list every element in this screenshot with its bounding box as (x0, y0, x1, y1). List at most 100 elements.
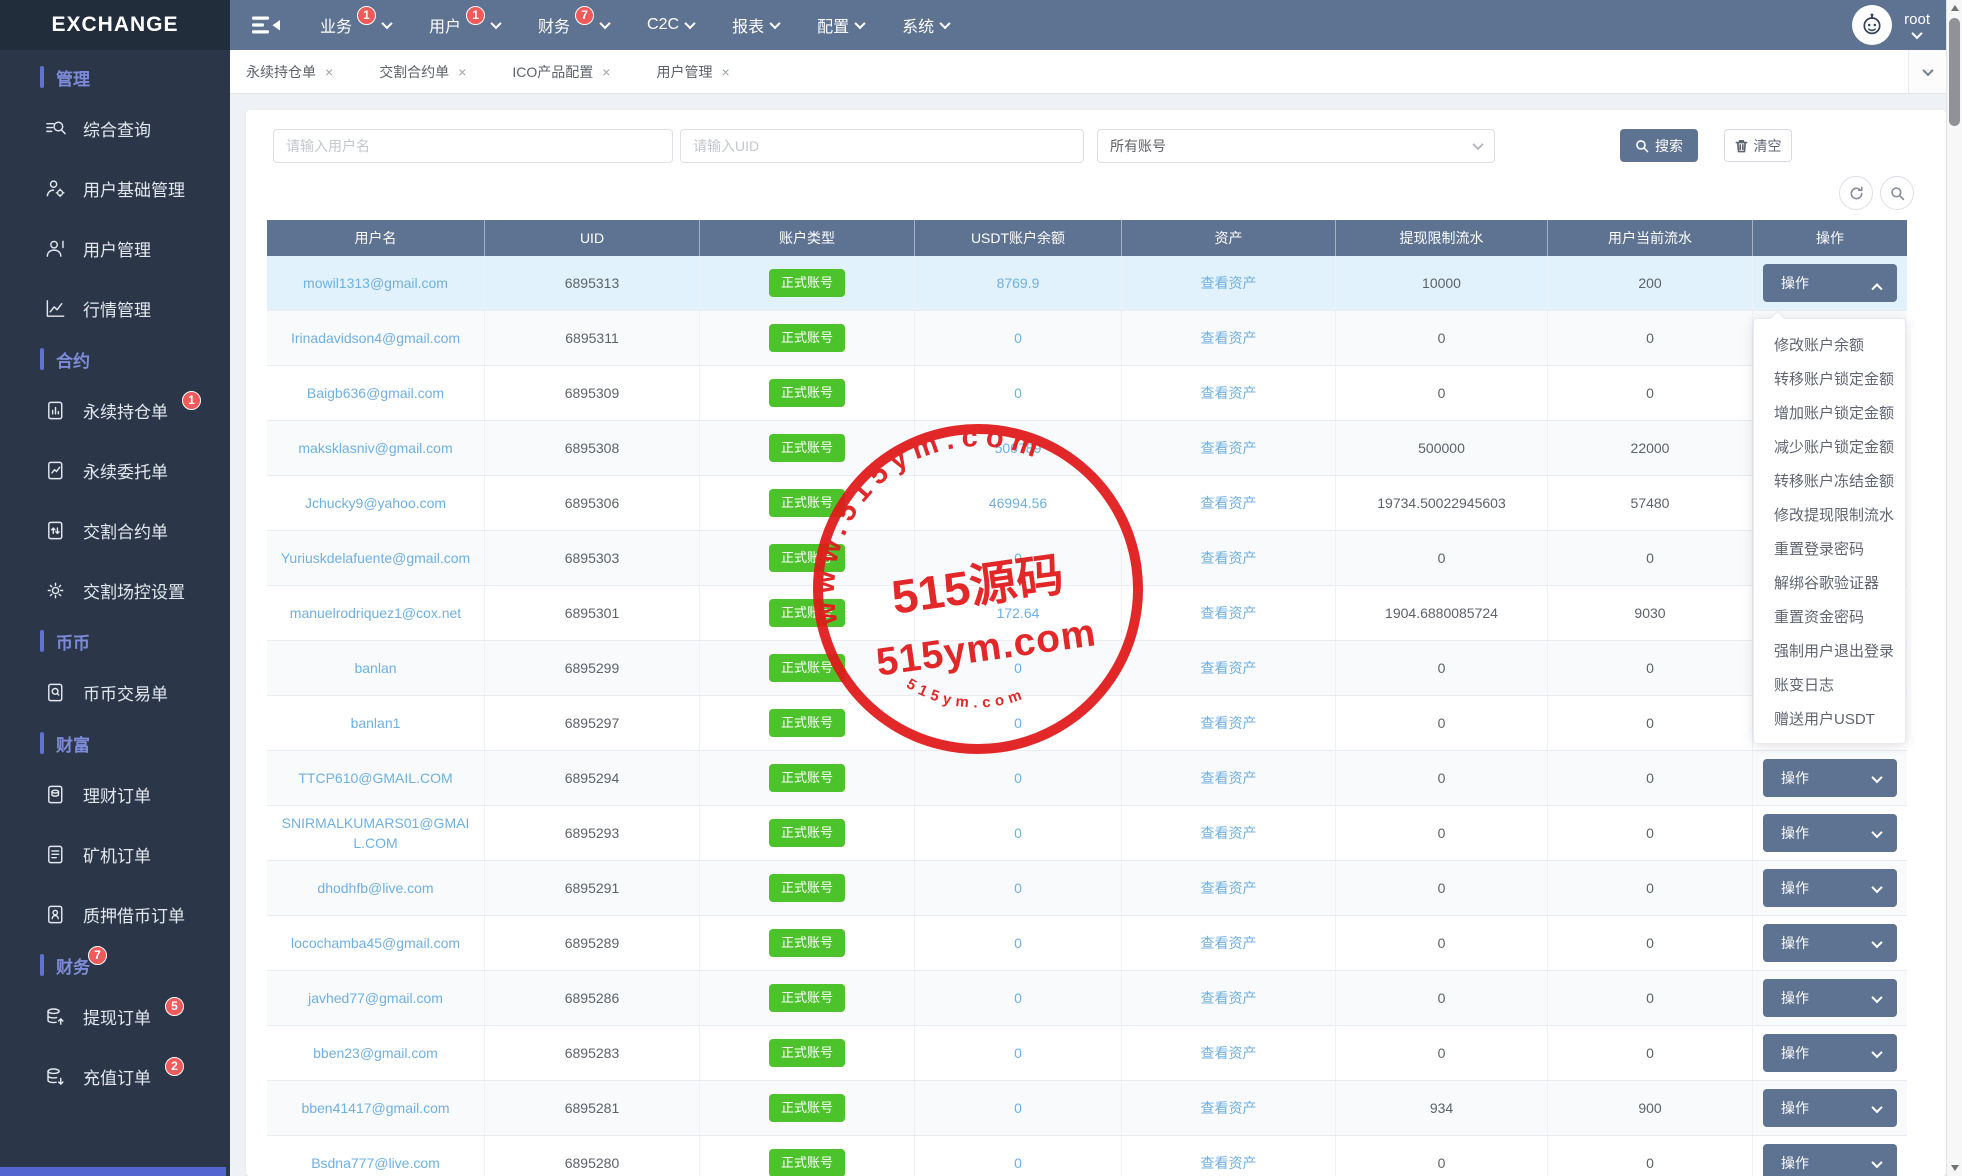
sidebar-item-提现订单[interactable]: 提现订单5 (0, 986, 230, 1046)
usdt-balance-link[interactable]: 0 (1014, 713, 1022, 733)
action-menu-item-修改提现限制流水[interactable]: 修改提现限制流水 (1754, 497, 1905, 531)
usdt-balance-link[interactable]: 0 (1014, 658, 1022, 678)
view-assets-link[interactable]: 查看资产 (1201, 493, 1257, 513)
scrollbar-thumb[interactable] (1949, 18, 1960, 126)
scroll-down-arrow[interactable] (1951, 1165, 1959, 1171)
tabs-collapse-button[interactable] (1908, 50, 1946, 93)
usdt-balance-link[interactable]: 0 (1014, 878, 1022, 898)
zoom-button[interactable] (1880, 176, 1914, 210)
action-menu-item-修改账户余额[interactable]: 修改账户余额 (1754, 327, 1905, 361)
action-button[interactable]: 操作 (1763, 924, 1897, 962)
username-link[interactable]: banlan1 (351, 713, 401, 733)
nav-item-财务[interactable]: 财务7 (538, 13, 609, 37)
username-link[interactable]: manuelrodriquez1@cox.net (290, 603, 461, 623)
sidebar-item-充值订单[interactable]: 充值订单2 (0, 1046, 230, 1106)
sidebar-item-币币交易单[interactable]: 币币交易单 (0, 662, 230, 722)
username-link[interactable]: bben41417@gmail.com (301, 1098, 449, 1118)
page-scrollbar[interactable] (1946, 0, 1962, 1176)
view-assets-link[interactable]: 查看资产 (1201, 988, 1257, 1008)
view-assets-link[interactable]: 查看资产 (1201, 933, 1257, 953)
action-button[interactable]: 操作 (1763, 1034, 1897, 1072)
usdt-balance-link[interactable]: 172.64 (997, 603, 1040, 623)
action-menu-item-增加账户锁定金额[interactable]: 增加账户锁定金额 (1754, 395, 1905, 429)
nav-item-C2C[interactable]: C2C (647, 13, 694, 37)
username-link[interactable]: locochamba45@gmail.com (291, 933, 460, 953)
sidebar-item-永续委托单[interactable]: 永续委托单 (0, 440, 230, 500)
sidebar-item-用户基础管理[interactable]: 用户基础管理 (0, 158, 230, 218)
usdt-balance-link[interactable]: 0 (1014, 823, 1022, 843)
close-icon[interactable]: × (602, 64, 610, 80)
usdt-balance-link[interactable]: 8769.9 (997, 273, 1040, 293)
action-menu-item-转移账户锁定金额[interactable]: 转移账户锁定金额 (1754, 361, 1905, 395)
view-assets-link[interactable]: 查看资产 (1201, 438, 1257, 458)
action-button[interactable]: 操作 (1763, 264, 1897, 302)
close-icon[interactable]: × (325, 64, 333, 80)
action-button[interactable]: 操作 (1763, 814, 1897, 852)
usdt-balance-link[interactable]: 0 (1014, 1043, 1022, 1063)
scroll-up-arrow[interactable] (1951, 5, 1959, 11)
close-icon[interactable]: × (458, 64, 466, 80)
user-menu[interactable]: root (1904, 11, 1930, 39)
view-assets-link[interactable]: 查看资产 (1201, 603, 1257, 623)
sidebar-item-用户管理[interactable]: 用户管理 (0, 218, 230, 278)
action-button[interactable]: 操作 (1763, 1144, 1897, 1176)
usdt-balance-link[interactable]: 0 (1014, 988, 1022, 1008)
nav-item-报表[interactable]: 报表 (732, 13, 779, 37)
sidebar-item-交割场控设置[interactable]: 交割场控设置 (0, 560, 230, 620)
sidebar-item-矿机订单[interactable]: 矿机订单 (0, 824, 230, 884)
action-menu-item-解绑谷歌验证器[interactable]: 解绑谷歌验证器 (1754, 565, 1905, 599)
username-link[interactable]: Jchucky9@yahoo.com (305, 493, 446, 513)
username-search-input[interactable] (273, 129, 673, 163)
username-link[interactable]: Yuriuskdelafuente@gmail.com (281, 548, 470, 568)
usdt-balance-link[interactable]: 500789 (995, 438, 1042, 458)
view-assets-link[interactable]: 查看资产 (1201, 768, 1257, 788)
usdt-balance-link[interactable]: 0 (1014, 768, 1022, 788)
usdt-balance-link[interactable]: 0 (1014, 548, 1022, 568)
action-menu-item-强制用户退出登录[interactable]: 强制用户退出登录 (1754, 633, 1905, 667)
close-icon[interactable]: × (721, 64, 729, 80)
view-assets-link[interactable]: 查看资产 (1201, 658, 1257, 678)
action-button[interactable]: 操作 (1763, 979, 1897, 1017)
action-menu-item-重置登录密码[interactable]: 重置登录密码 (1754, 531, 1905, 565)
clear-button[interactable]: 清空 (1724, 129, 1792, 162)
search-button[interactable]: 搜索 (1620, 129, 1698, 162)
menu-collapse-icon[interactable] (252, 15, 282, 35)
view-assets-link[interactable]: 查看资产 (1201, 383, 1257, 403)
uid-search-input[interactable] (680, 129, 1084, 163)
usdt-balance-link[interactable]: 0 (1014, 933, 1022, 953)
username-link[interactable]: TTCP610@GMAIL.COM (298, 768, 452, 788)
tab-交割合约单[interactable]: 交割合约单× (379, 62, 466, 82)
action-menu-item-减少账户锁定金额[interactable]: 减少账户锁定金额 (1754, 429, 1905, 463)
username-link[interactable]: javhed77@gmail.com (308, 988, 443, 1008)
view-assets-link[interactable]: 查看资产 (1201, 823, 1257, 843)
tab-ICO产品配置[interactable]: ICO产品配置× (512, 62, 610, 82)
sidebar-item-理财订单[interactable]: 理财订单 (0, 764, 230, 824)
username-link[interactable]: Baigb636@gmail.com (307, 383, 444, 403)
view-assets-link[interactable]: 查看资产 (1201, 1153, 1257, 1173)
action-menu-item-账变日志[interactable]: 账变日志 (1754, 667, 1905, 701)
view-assets-link[interactable]: 查看资产 (1201, 713, 1257, 733)
view-assets-link[interactable]: 查看资产 (1201, 878, 1257, 898)
username-link[interactable]: banlan (354, 658, 396, 678)
view-assets-link[interactable]: 查看资产 (1201, 548, 1257, 568)
action-menu-item-转移账户冻结金额[interactable]: 转移账户冻结金额 (1754, 463, 1905, 497)
avatar[interactable] (1852, 5, 1892, 45)
view-assets-link[interactable]: 查看资产 (1201, 1043, 1257, 1063)
username-link[interactable]: bben23@gmail.com (313, 1043, 438, 1063)
nav-item-配置[interactable]: 配置 (817, 13, 864, 37)
username-link[interactable]: maksklasniv@gmail.com (298, 438, 452, 458)
view-assets-link[interactable]: 查看资产 (1201, 328, 1257, 348)
sidebar-item-交割合约单[interactable]: 交割合约单 (0, 500, 230, 560)
action-menu-item-赠送用户USDT[interactable]: 赠送用户USDT (1754, 701, 1905, 735)
view-assets-link[interactable]: 查看资产 (1201, 273, 1257, 293)
username-link[interactable]: Bsdna777@live.com (311, 1153, 440, 1173)
username-link[interactable]: Irinadavidson4@gmail.com (291, 328, 460, 348)
action-button[interactable]: 操作 (1763, 869, 1897, 907)
refresh-button[interactable] (1839, 176, 1873, 210)
action-menu-item-重置资金密码[interactable]: 重置资金密码 (1754, 599, 1905, 633)
nav-item-业务[interactable]: 业务1 (320, 13, 391, 37)
nav-item-用户[interactable]: 用户1 (429, 13, 500, 37)
view-assets-link[interactable]: 查看资产 (1201, 1098, 1257, 1118)
tab-用户管理[interactable]: 用户管理× (656, 62, 729, 82)
username-link[interactable]: SNIRMALKUMARS01@GMAIL.COM (277, 813, 474, 854)
